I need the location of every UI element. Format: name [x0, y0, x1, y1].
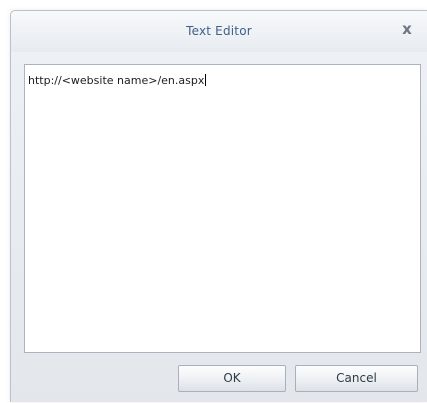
dialog-footer: OK Cancel	[11, 358, 427, 403]
editor-text: http://<website name>/en.aspx	[28, 74, 205, 87]
dialog-title: Text Editor	[186, 24, 252, 38]
ok-button[interactable]: OK	[178, 365, 286, 392]
text-editor-dialog: Text Editor x http://<website name>/en.a…	[10, 10, 427, 402]
text-caret	[205, 74, 207, 86]
text-editor-area[interactable]: http://<website name>/en.aspx	[24, 64, 421, 353]
cancel-button[interactable]: Cancel	[295, 365, 418, 392]
dialog-titlebar[interactable]: Text Editor x	[11, 11, 427, 52]
close-icon[interactable]: x	[399, 21, 415, 37]
